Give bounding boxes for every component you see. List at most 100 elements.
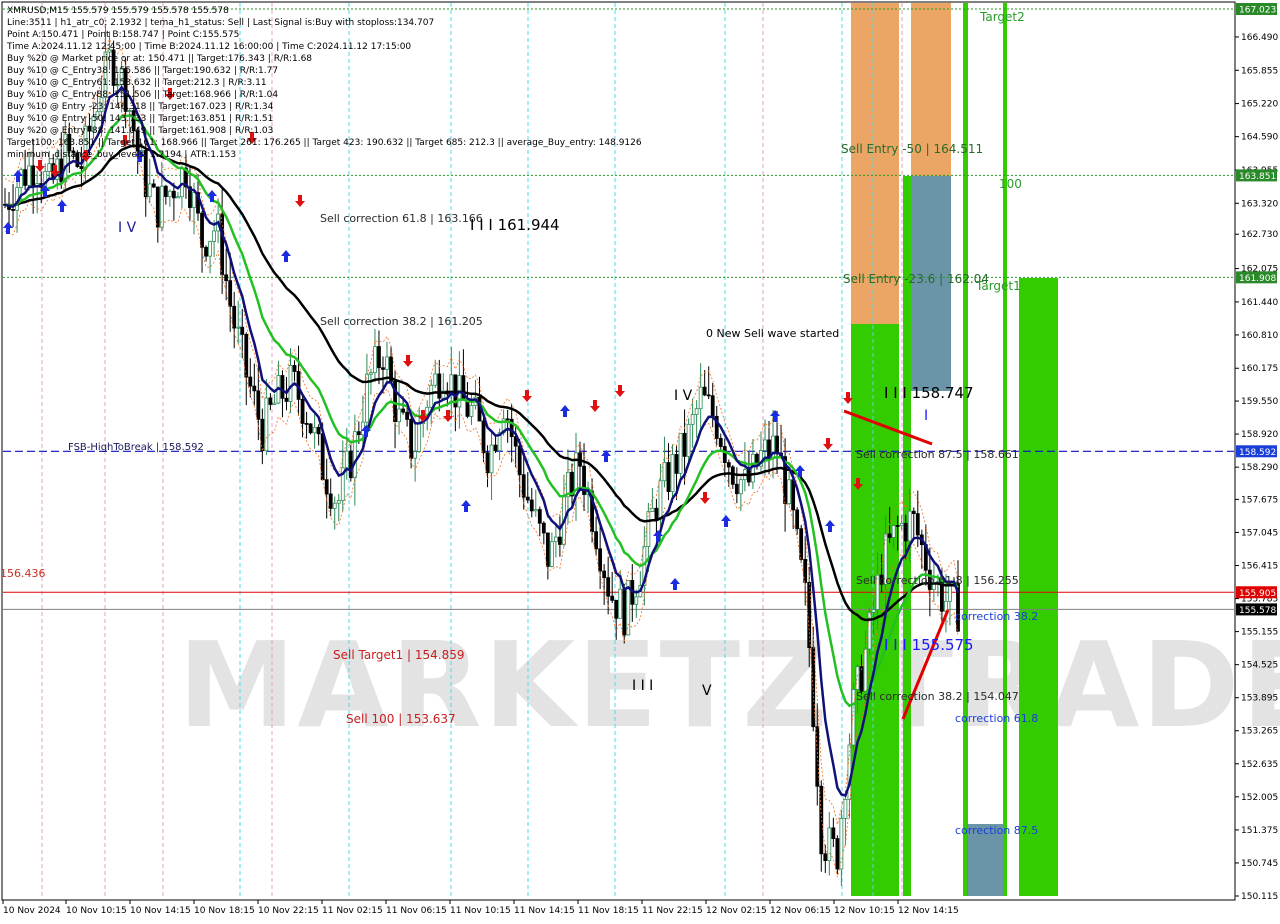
- time-axis[interactable]: 10 Nov 2024 10 Nov 10:15 10 Nov 14:15 10 No…: [2, 900, 959, 916]
- info-line-1: Point A:150.471 | Point B:158.747 | Poin…: [7, 30, 239, 40]
- price-axis[interactable]: 166.490165.855165.220164.590163.955163.3…: [1235, 33, 1278, 902]
- candle-body: [180, 167, 184, 198]
- anno-sell-target1: Sell Target1 | 154.859: [333, 648, 465, 662]
- x-tick-label: 11 Nov 10:15: [450, 906, 511, 916]
- candle-body: [602, 570, 607, 579]
- candle-body: [381, 367, 385, 370]
- info-line-7: Buy %10 @ Entry -23: 146.318 || Target:1…: [7, 102, 274, 112]
- candle-body: [493, 444, 498, 452]
- candle-body: [147, 183, 152, 198]
- candle-body: [280, 375, 285, 399]
- candle-body: [698, 386, 703, 410]
- anno-wave-i: I: [924, 408, 928, 424]
- price-tag-label: 167.023: [1239, 6, 1276, 16]
- anno-wave-iii-low: I I I: [632, 678, 653, 694]
- candle-body: [409, 418, 414, 459]
- x-tick-label: 11 Nov 22:15: [642, 906, 703, 916]
- candle-body: [895, 525, 900, 527]
- anno-correction-382: correction 38.2: [955, 610, 1038, 623]
- anno-correction-875: correction 87.5: [955, 824, 1038, 837]
- candle-body: [356, 431, 361, 436]
- candle-body: [469, 405, 474, 417]
- y-tick-label: 161.440: [1241, 298, 1278, 308]
- candle-body: [11, 209, 15, 211]
- x-tick-label: 10 Nov 18:15: [194, 906, 255, 916]
- info-line-0: Line:3511 | h1_atr_c0: 2.1932 | tema_h1_…: [7, 18, 434, 28]
- y-tick-label: 155.155: [1241, 628, 1278, 638]
- price-tag-label: 155.905: [1239, 589, 1276, 599]
- candle-body: [831, 827, 836, 839]
- anno-correction-618: correction 61.8: [955, 712, 1038, 725]
- candle-body: [159, 185, 164, 228]
- info-line-8: Buy %10 @ Entry -50: 143.733 || Target:1…: [7, 114, 273, 124]
- candle-body: [891, 525, 896, 538]
- candle-body: [163, 185, 168, 197]
- chart-window: MARKETZ TRADE XMRUSD,M15 155.579 155.579…: [0, 0, 1280, 920]
- candle-body: [521, 474, 526, 498]
- candle-body: [517, 445, 522, 476]
- info-line-11: minimum_distance_buy_levels: 1.2194 | AT…: [7, 150, 236, 160]
- candle-body: [433, 373, 438, 386]
- candle-body: [686, 423, 691, 457]
- candle-body: [634, 596, 639, 605]
- candle-body: [204, 246, 208, 257]
- y-tick-label: 154.525: [1241, 661, 1278, 671]
- anno-wave-iii-155: I I I 155.575: [884, 636, 974, 654]
- zone-7: [1019, 278, 1058, 896]
- candle-body: [288, 365, 293, 402]
- candle-body: [545, 532, 550, 567]
- candle-body: [300, 398, 305, 424]
- candle-body: [23, 169, 28, 186]
- candle-body: [312, 426, 317, 434]
- candle-body: [618, 588, 623, 619]
- candle-body: [413, 451, 418, 459]
- anno-sell-correction-875: Sell correction 87.5 | 158.661: [856, 448, 1019, 461]
- candle-body: [155, 186, 160, 228]
- y-tick-label: 158.920: [1241, 430, 1278, 440]
- info-line-2: Time A:2024.11.12 12:45:00 | Time B:2024…: [6, 42, 411, 52]
- candle-body: [706, 394, 711, 397]
- candle-body: [915, 513, 920, 536]
- candle-body: [200, 212, 204, 248]
- price-chart[interactable]: MARKETZ TRADE XMRUSD,M15 155.579 155.579…: [0, 0, 1280, 920]
- candle-body: [377, 346, 381, 369]
- price-tag-label: 155.578: [1239, 606, 1276, 616]
- info-line-4: Buy %10 @ C_Entry38: 155.586 || Target:1…: [7, 66, 278, 76]
- symbol-line: XMRUSD,M15 155.579 155.579 155.578 155.5…: [7, 6, 229, 16]
- candle-body: [549, 541, 554, 567]
- y-tick-label: 156.415: [1241, 561, 1278, 571]
- candle-body: [264, 397, 269, 452]
- anno-wave-iii-158: I I I 158.747: [884, 384, 974, 402]
- candle-body: [228, 280, 233, 307]
- candle-body: [763, 439, 767, 451]
- candle-body: [662, 462, 667, 482]
- candle-body: [171, 190, 176, 199]
- candle-body: [670, 454, 675, 492]
- y-tick-label: 163.320: [1241, 199, 1278, 209]
- candle-body: [690, 414, 695, 425]
- y-tick-label: 157.675: [1241, 495, 1278, 505]
- candle-body: [803, 559, 808, 583]
- candle-body: [236, 326, 241, 329]
- price-tag-label: 158.592: [1239, 448, 1276, 458]
- candle-body: [525, 496, 530, 501]
- candle-body: [859, 666, 864, 692]
- candle-body: [332, 502, 337, 509]
- candle-body: [650, 507, 655, 513]
- anno-sell-correction-382-lower: Sell correction 38.2 | 154.047: [856, 690, 1019, 703]
- candle-body: [598, 548, 603, 572]
- candle-body: [220, 213, 225, 276]
- candle-body: [533, 509, 538, 512]
- candle-body: [827, 827, 832, 862]
- candle-body: [791, 479, 796, 511]
- candle-body: [702, 386, 707, 396]
- candle-body: [240, 326, 245, 335]
- candle-body: [710, 395, 715, 417]
- anno-sell-correction-618-lower: Sell correction 61.8 | 156.255: [856, 574, 1019, 587]
- candle-body: [31, 165, 36, 187]
- candle-body: [27, 165, 32, 186]
- y-tick-label: 160.810: [1241, 331, 1278, 341]
- x-tick-label: 11 Nov 06:15: [386, 906, 447, 916]
- x-tick-label: 10 Nov 2024: [3, 906, 61, 916]
- anno-wave-iv-left: I V: [118, 220, 137, 236]
